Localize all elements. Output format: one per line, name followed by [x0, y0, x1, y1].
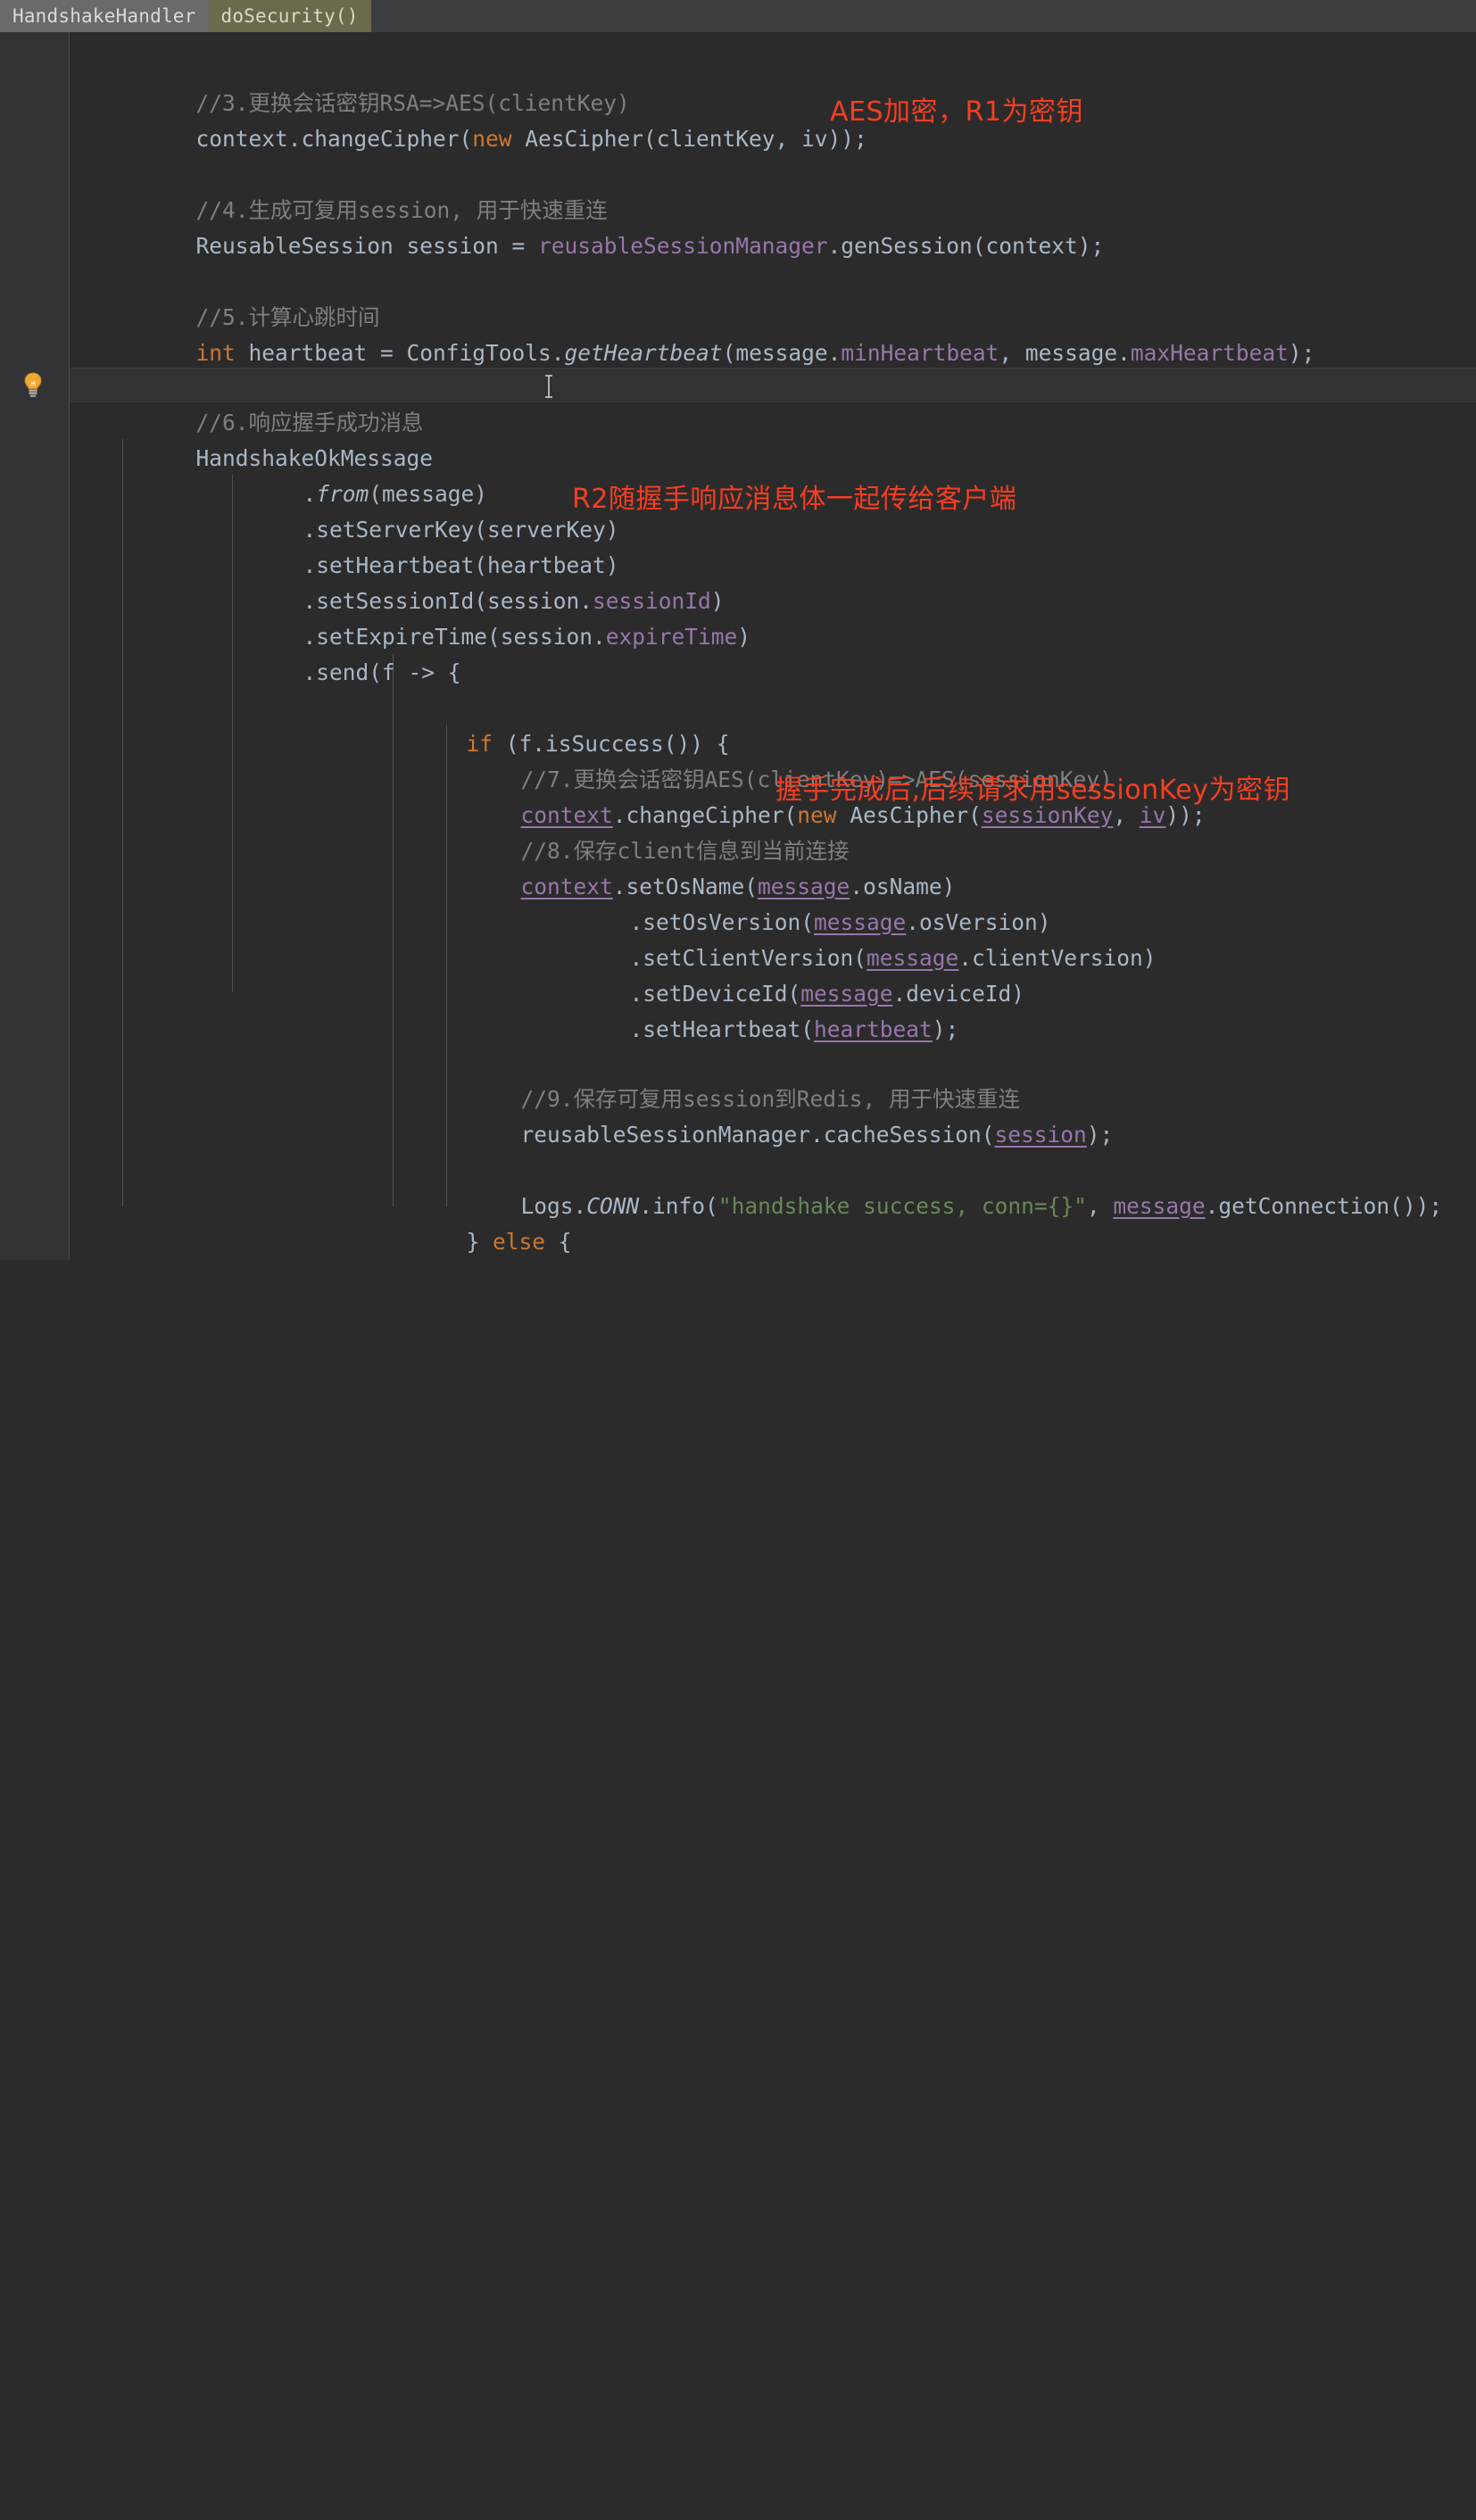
- code-line: ReusableSession session = reusableSessio…: [117, 193, 1105, 259]
- code-token: reusableSessionManager.cacheSession(: [520, 1122, 995, 1148]
- code-token: ): [737, 624, 751, 650]
- code-line: .setClientVersion(message.clientVersion): [551, 905, 1157, 971]
- code-line-current: //6.响应握手成功消息: [117, 369, 424, 435]
- breadcrumb: HandshakeHandler doSecurity(): [0, 0, 1476, 32]
- code-token: );: [932, 1016, 959, 1042]
- code-line: reusableSessionManager.cacheSession(sess…: [442, 1082, 1114, 1148]
- field-token: maxHeartbeat: [1130, 340, 1289, 366]
- code-line: context.setOsName(message.osName): [442, 833, 956, 899]
- code-line: //4.生成可复用session, 用于快速重连: [117, 157, 608, 223]
- code-token: , message.: [999, 340, 1131, 366]
- code-line: .setOsVersion(message.osVersion): [551, 869, 1051, 935]
- code-line: .send(f -> {: [224, 619, 461, 685]
- breadcrumb-item-method[interactable]: doSecurity(): [208, 0, 371, 32]
- code-line: .setServerKey(serverKey): [224, 477, 619, 543]
- field-token: session: [994, 1122, 1087, 1148]
- code-token: );: [1086, 1122, 1114, 1148]
- code-token: }: [466, 1229, 493, 1255]
- code-line: .setDeviceId(message.deviceId): [551, 941, 1025, 1007]
- code-token: .getConnection());: [1205, 1193, 1443, 1219]
- code-token: (message.: [722, 340, 842, 366]
- code-token: ReusableSession session =: [195, 233, 539, 259]
- breadcrumb-method-label: doSecurity(): [220, 5, 359, 27]
- code-token: {: [545, 1229, 572, 1255]
- code-line: //7.更换会话密钥AES(clientKey)=>AES(sessionKey…: [442, 726, 1113, 792]
- code-line: if (f.isSuccess()) {: [387, 691, 730, 757]
- static-field-token: CONN: [586, 1193, 640, 1219]
- code-token: AesCipher(clientKey, iv));: [511, 126, 867, 152]
- annotation-session-key: 握手完成后,后续请求用sessionKey为密钥: [775, 775, 1290, 806]
- code-line: .setHeartbeat(heartbeat);: [551, 976, 959, 1042]
- code-token: .send(f -> {: [303, 659, 461, 685]
- code-line: Logs.CONN.info("handshake success, conn=…: [442, 1153, 1443, 1219]
- keyword-token: else: [493, 1229, 546, 1255]
- code-line: int heartbeat = ConfigTools.getHeartbeat…: [117, 300, 1315, 366]
- code-line: context.changeCipher(new AesCipher(clien…: [117, 86, 867, 152]
- code-token: ,: [1086, 1193, 1114, 1219]
- code-line: } else {: [387, 1189, 572, 1255]
- keyword-token: int: [195, 340, 236, 366]
- annotation-aes-key: AES加密，R1为密钥: [830, 96, 1083, 128]
- code-line: .setExpireTime(session.expireTime): [224, 584, 751, 650]
- field-token: minHeartbeat: [841, 340, 999, 366]
- breadcrumb-class-label: HandshakeHandler: [12, 5, 196, 27]
- code-line: //3.更换会话密钥RSA=>AES(clientKey): [117, 50, 630, 116]
- code-line: //9.保存可复用session到Redis, 用于快速重连: [442, 1046, 1021, 1112]
- static-method-token: getHeartbeat: [564, 340, 723, 366]
- field-token: heartbeat: [814, 1016, 933, 1042]
- code-editor[interactable]: //3.更换会话密钥RSA=>AES(clientKey) context.ch…: [0, 32, 1476, 1260]
- annotation-r2-handshake: R2随握手响应消息体一起传给客户端: [572, 484, 1017, 515]
- code-content: //3.更换会话密钥RSA=>AES(clientKey) context.ch…: [0, 32, 1476, 1260]
- field-token: message: [1113, 1193, 1206, 1219]
- code-token: .setHeartbeat(: [629, 1016, 815, 1042]
- code-token: );: [1288, 340, 1315, 366]
- code-token: heartbeat = ConfigTools.: [235, 340, 565, 366]
- field-token: reusableSessionManager: [538, 233, 828, 259]
- code-line: HandshakeOkMessage: [117, 405, 434, 471]
- string-literal: "handshake success, conn={}": [717, 1193, 1087, 1219]
- code-line: .setSessionId(session.sessionId): [224, 548, 725, 614]
- code-token: .genSession(context);: [827, 233, 1105, 259]
- field-token: expireTime: [605, 624, 738, 650]
- code-token: context.changeCipher(: [195, 126, 473, 152]
- code-line: .from(message): [224, 441, 488, 507]
- code-line: //5.计算心跳时间: [117, 264, 380, 330]
- keyword-token: new: [472, 126, 512, 152]
- code-token: .info(: [639, 1193, 718, 1219]
- breadcrumb-item-class[interactable]: HandshakeHandler: [0, 0, 209, 32]
- code-line: .setHeartbeat(heartbeat): [224, 512, 619, 578]
